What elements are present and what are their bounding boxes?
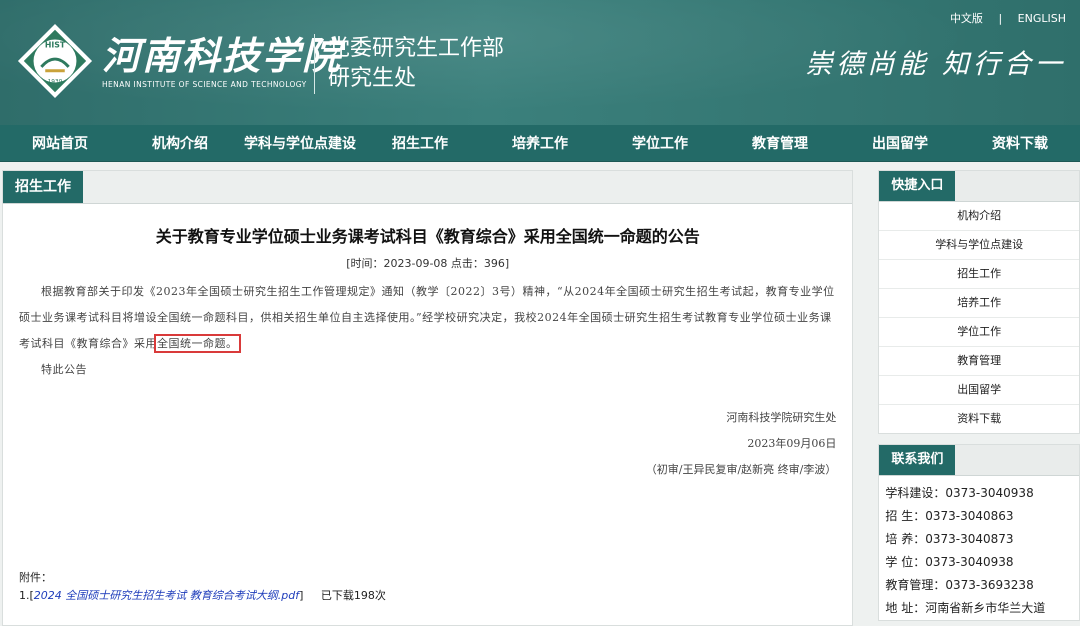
main-area: 招生工作 关于教育专业学位硕士业务课考试科目《教育综合》采用全国统一命题的公告 … — [0, 162, 1080, 626]
attachments: 附件： 1.[2024 全国硕士研究生招生考试 教育综合考试大纲.pdf] 已下… — [19, 569, 386, 605]
contact-list: 学科建设：0373-3040938 招 生：0373-3040863 培 养：0… — [879, 476, 1079, 620]
main-nav: 网站首页 机构介绍 学科与学位点建设 招生工作 培养工作 学位工作 教育管理 出… — [0, 125, 1080, 162]
attachment-suffix: ] — [299, 589, 304, 602]
site-logo[interactable]: HIST 1939 河南科技学院 HENAN INSTITUTE OF SCIE… — [16, 22, 342, 100]
emblem-text: HIST — [45, 40, 66, 49]
contact-header: 联系我们 — [879, 445, 1079, 476]
department-line-1: 党委研究生工作部 — [328, 36, 505, 61]
header-divider — [314, 34, 315, 94]
quick-link-training[interactable]: 培养工作 — [879, 289, 1079, 318]
nav-discipline[interactable]: 学科与学位点建设 — [240, 133, 360, 153]
site-header: HIST 1939 河南科技学院 HENAN INSTITUTE OF SCIE… — [0, 0, 1080, 125]
signature-org: 河南科技学院研究生处 — [726, 411, 837, 424]
quick-links-header: 快捷入口 — [879, 171, 1079, 202]
quick-link-education-management[interactable]: 教育管理 — [879, 347, 1079, 376]
article-paragraph: 根据教育部关于印发《2023年全国硕士研究生招生工作管理规定》通知（教学〔202… — [19, 279, 836, 357]
signature-reviewers: （初审/王异民复审/赵新亮 终审/李波） — [645, 463, 837, 476]
nav-about[interactable]: 机构介绍 — [120, 133, 240, 153]
contact-item: 学科建设：0373-3040938 — [885, 486, 1034, 500]
section-tab[interactable]: 招生工作 — [3, 171, 83, 203]
quick-link-downloads[interactable]: 资料下载 — [879, 405, 1079, 433]
article-title: 关于教育专业学位硕士业务课考试科目《教育综合》采用全国统一命题的公告 — [155, 227, 700, 246]
quick-link-admissions[interactable]: 招生工作 — [879, 260, 1079, 289]
attachment-item: 1.[2024 全国硕士研究生招生考试 教育综合考试大纲.pdf] 已下载198… — [19, 587, 386, 605]
contact-box: 联系我们 学科建设：0373-3040938 招 生：0373-3040863 … — [878, 444, 1080, 621]
department-line-2: 研究生处 — [328, 66, 417, 91]
contact-item: 培 养：0373-3040873 — [885, 532, 1014, 546]
quick-links-title: 快捷入口 — [879, 171, 956, 201]
nav-home[interactable]: 网站首页 — [0, 133, 120, 153]
lang-cn-link[interactable]: 中文版 — [950, 12, 983, 25]
nav-education-management[interactable]: 教育管理 — [720, 133, 840, 153]
article-closing: 特此公告 — [41, 363, 87, 376]
attachments-label: 附件： — [19, 571, 52, 584]
emblem-year: 1939 — [48, 79, 63, 85]
nav-study-abroad[interactable]: 出国留学 — [840, 133, 960, 153]
article-body: 根据教育部关于印发《2023年全国硕士研究生招生工作管理规定》通知（教学〔202… — [3, 279, 852, 383]
quick-links-box: 快捷入口 机构介绍 学科与学位点建设 招生工作 培养工作 学位工作 教育管理 出… — [878, 170, 1080, 434]
contact-item: 招 生：0373-3040863 — [885, 509, 1014, 523]
contact-title: 联系我们 — [879, 445, 956, 475]
nav-admissions[interactable]: 招生工作 — [360, 133, 480, 153]
article-panel: 招生工作 关于教育专业学位硕士业务课考试科目《教育综合》采用全国统一命题的公告 … — [2, 170, 854, 626]
contact-item: 学 位：0373-3040938 — [885, 555, 1014, 569]
lang-separator: | — [998, 12, 1003, 25]
lang-en-link[interactable]: ENGLISH — [1018, 12, 1066, 25]
signature-date: 2023年09月06日 — [747, 437, 837, 450]
attachment-link[interactable]: 2024 全国硕士研究生招生考试 教育综合考试大纲.pdf — [34, 589, 299, 602]
quick-link-discipline[interactable]: 学科与学位点建设 — [879, 231, 1079, 260]
paragraph-text: 根据教育部关于印发《2023年全国硕士研究生招生工作管理规定》通知（教学〔202… — [19, 285, 835, 350]
article-meta: [时间：2023-09-08 点击：396] — [346, 257, 510, 270]
quick-link-degree[interactable]: 学位工作 — [879, 318, 1079, 347]
attachment-download-count: 已下载198次 — [320, 589, 386, 602]
quick-link-about[interactable]: 机构介绍 — [879, 202, 1079, 231]
school-motto: 崇德尚能 知行合一 — [805, 49, 1066, 80]
school-emblem-icon: HIST 1939 — [17, 23, 93, 99]
attachment-prefix: 1.[ — [19, 589, 34, 602]
contact-item: 地 址：河南省新乡市华兰大道 — [885, 601, 1046, 615]
nav-downloads[interactable]: 资料下载 — [960, 133, 1080, 153]
department-name: 党委研究生工作部 研究生处 — [328, 34, 504, 94]
school-name: 河南科技学院 HENAN INSTITUTE OF SCIENCE AND TE… — [102, 32, 343, 89]
school-name-en: HENAN INSTITUTE OF SCIENCE AND TECHNOLOG… — [102, 79, 307, 89]
nav-degree[interactable]: 学位工作 — [600, 133, 720, 153]
contact-item: 教育管理：0373-3693238 — [885, 578, 1034, 592]
language-switch: 中文版 | ENGLISH — [944, 10, 1072, 26]
highlighted-text: 全国统一命题。 — [154, 334, 241, 353]
school-name-cn: 河南科技学院 — [102, 32, 343, 78]
article-signature: 河南科技学院研究生处 2023年09月06日 （初审/王异民复审/赵新亮 终审/… — [3, 405, 852, 483]
section-tab-bar: 招生工作 — [3, 171, 853, 204]
nav-training[interactable]: 培养工作 — [480, 133, 600, 153]
quick-link-study-abroad[interactable]: 出国留学 — [879, 376, 1079, 405]
sidebar: 快捷入口 机构介绍 学科与学位点建设 招生工作 培养工作 学位工作 教育管理 出… — [878, 170, 1080, 626]
